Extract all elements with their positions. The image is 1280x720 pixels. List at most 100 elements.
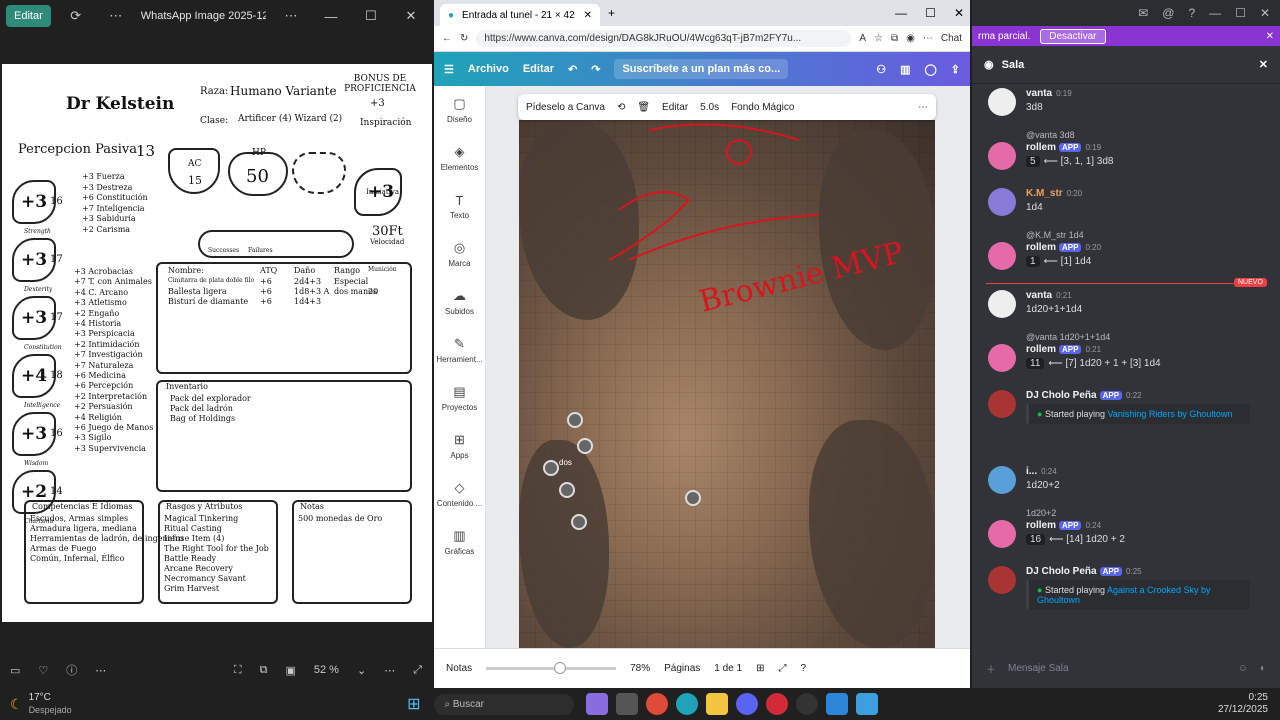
rotate-icon[interactable]: ⟳ (61, 8, 91, 24)
token[interactable] (559, 482, 575, 498)
sidebar-item[interactable]: ◈ Elementos (434, 134, 485, 182)
chrome-icon[interactable] (646, 693, 669, 715)
edit-button[interactable]: Editar (6, 5, 51, 27)
trash-icon[interactable]: 🗑 (637, 102, 650, 113)
copilot-chat-button[interactable]: Chat (941, 33, 962, 44)
sidebar-item[interactable]: ▤ Proyectos (434, 374, 485, 422)
windows-start-icon[interactable]: ⊞ (407, 694, 420, 714)
read-aloud-icon[interactable]: A (859, 33, 866, 44)
magic-background-button[interactable]: Fondo Mágico (731, 102, 794, 113)
more-icon[interactable]: ⋯ (95, 664, 106, 677)
sticker-icon[interactable]: ◐ (1260, 663, 1266, 674)
pages-button[interactable]: Páginas (664, 663, 700, 674)
redo-icon[interactable]: ↷ (591, 63, 600, 76)
profile-icon[interactable]: ◉ (906, 33, 915, 44)
message-author[interactable]: i... 0:24 (1026, 466, 1057, 477)
discord-icon[interactable] (736, 693, 759, 715)
fit-icon[interactable]: ⛶ (234, 664, 242, 677)
search-box[interactable]: ⌕ Buscar (434, 693, 575, 715)
minimize-icon[interactable]: — (316, 9, 346, 24)
copilot-icon[interactable] (586, 693, 609, 715)
back-icon[interactable]: ← (442, 33, 452, 44)
chevron-down-icon[interactable]: ⌄ (357, 664, 366, 677)
more-icon[interactable]: ⋯ (101, 8, 131, 24)
url-field[interactable]: https://www.canva.com/design/DAG8kJRuOU/… (476, 30, 852, 47)
steam-icon[interactable] (796, 693, 819, 715)
sidebar-item[interactable]: ◇ Contenido ... (434, 470, 485, 518)
close-icon[interactable]: ✕ (1259, 58, 1268, 71)
undo-icon[interactable]: ↶ (568, 63, 577, 76)
favorite-icon[interactable]: ☆ (874, 33, 883, 44)
comment-icon[interactable]: ◯ (924, 63, 936, 76)
message-author[interactable]: rollem APP 0:24 (1026, 520, 1101, 531)
message-author[interactable]: rollem APP 0:20 (1026, 242, 1101, 253)
notepad-icon[interactable] (856, 693, 879, 715)
editar-menu[interactable]: Editar (523, 63, 554, 75)
avatar[interactable] (988, 242, 1016, 270)
add-icon[interactable]: ＋ (986, 661, 996, 676)
token[interactable] (567, 412, 583, 428)
minimize-icon[interactable]: — (1209, 6, 1221, 20)
avatar[interactable] (988, 520, 1016, 548)
message-author[interactable]: DJ Cholo Peña APP 0:22 (1026, 390, 1142, 401)
reply-preview[interactable]: 1d20+2 (1026, 508, 1056, 518)
avatar[interactable] (988, 390, 1016, 418)
help-icon[interactable]: ? (800, 663, 806, 674)
upload-icon[interactable]: ⇪ (951, 63, 960, 76)
zoom-slider-thumb[interactable] (554, 662, 567, 674)
edge-icon[interactable] (676, 693, 699, 715)
more-icon[interactable]: ⋯ (276, 8, 306, 24)
film-strip-icon[interactable]: ▭ (10, 664, 20, 677)
edit-image-button[interactable]: Editar (662, 102, 688, 113)
token[interactable] (543, 460, 559, 476)
sidebar-item[interactable]: ☁ Subidos (434, 278, 485, 326)
message-author[interactable]: vanta 0:19 (1026, 88, 1072, 99)
avatar[interactable] (988, 344, 1016, 372)
token[interactable] (685, 490, 701, 506)
ask-canva-button[interactable]: Pídeselo a Canva (526, 102, 605, 113)
avatar[interactable] (988, 142, 1016, 170)
minimize-icon[interactable]: — (895, 6, 907, 20)
maximize-icon[interactable]: ☐ (1235, 6, 1246, 20)
close-icon[interactable]: ✕ (396, 8, 426, 24)
close-icon[interactable]: ✕ (954, 6, 964, 20)
close-icon[interactable]: ✕ (1260, 6, 1270, 20)
message-author[interactable]: vanta 0:21 (1026, 290, 1072, 301)
grid-view-icon[interactable]: ⊞ (756, 663, 764, 674)
avatar[interactable] (988, 188, 1016, 216)
taskview-icon[interactable] (616, 693, 639, 715)
zoom-slider[interactable] (486, 662, 617, 674)
sidebar-item[interactable]: ⊞ Apps (434, 422, 485, 470)
weather-widget[interactable]: 17°C Despejado (29, 692, 72, 716)
avatar[interactable] (988, 290, 1016, 318)
expand-icon[interactable]: ⤢ (413, 664, 422, 677)
opera-icon[interactable] (766, 693, 789, 715)
message-author[interactable]: K.M_str 0:20 (1026, 188, 1082, 199)
archivo-menu[interactable]: Archivo (468, 63, 509, 75)
file-explorer-icon[interactable] (706, 693, 729, 715)
reply-preview[interactable]: @vanta 3d8 (1026, 130, 1075, 140)
notes-button[interactable]: Notas (446, 663, 472, 674)
crop-icon[interactable]: ⧉ (260, 664, 268, 677)
tab-canva[interactable]: ● Entrada al tunel - 21 × 42 cm ✕ (440, 4, 600, 26)
reply-preview[interactable]: @K.M_str 1d4 (1026, 230, 1084, 240)
zoom-level[interactable]: 78% (630, 663, 650, 674)
maximize-icon[interactable]: ☐ (356, 8, 386, 24)
avatar[interactable] (988, 566, 1016, 594)
sidebar-item[interactable]: ▥ Gráficas (434, 518, 485, 566)
reload-icon[interactable]: ↻ (460, 33, 468, 44)
inbox-icon[interactable]: ✉ (1138, 6, 1148, 20)
message-author[interactable]: rollem APP 0:19 (1026, 142, 1101, 153)
emoji-icon[interactable]: ☺ (1238, 663, 1248, 674)
song-link[interactable]: Vanishing Riders by Ghoultown (1107, 409, 1232, 419)
sidebar-item[interactable]: ✎ Herramient... (434, 326, 485, 374)
help-icon[interactable]: ? (1188, 6, 1195, 20)
mention-icon[interactable]: @ (1162, 6, 1174, 20)
message-input[interactable]: Mensaje Sala (1008, 663, 1226, 674)
collections-icon[interactable]: ⧉ (891, 33, 898, 44)
sidebar-item[interactable]: T Texto (434, 182, 485, 230)
photos-icon[interactable] (826, 693, 849, 715)
zoom-icon[interactable]: ▣ (285, 664, 295, 677)
timer-button[interactable]: 5.0s (700, 102, 719, 113)
new-tab-icon[interactable]: + (608, 6, 615, 20)
